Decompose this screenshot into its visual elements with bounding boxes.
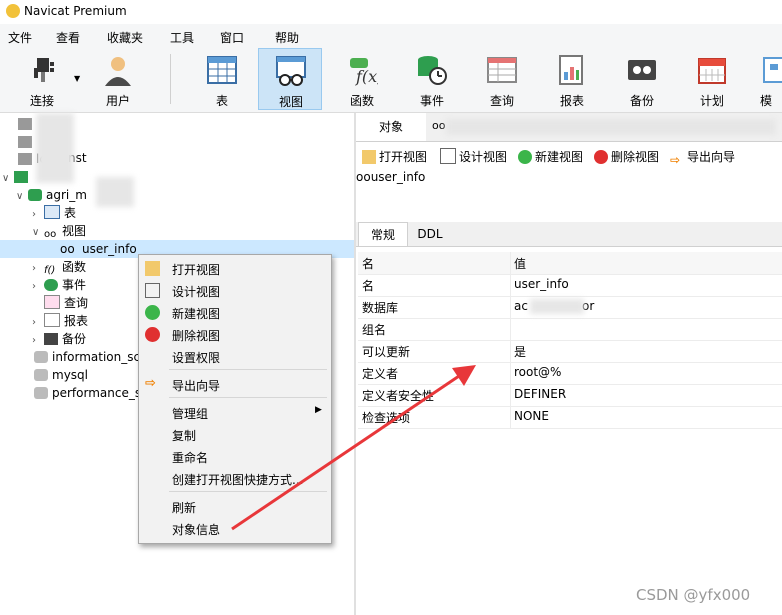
annotation-arrow [231,365,476,531]
arrow-head [452,365,476,386]
watermark: CSDN @yfx000 [636,586,751,604]
arrow-line [231,372,463,531]
